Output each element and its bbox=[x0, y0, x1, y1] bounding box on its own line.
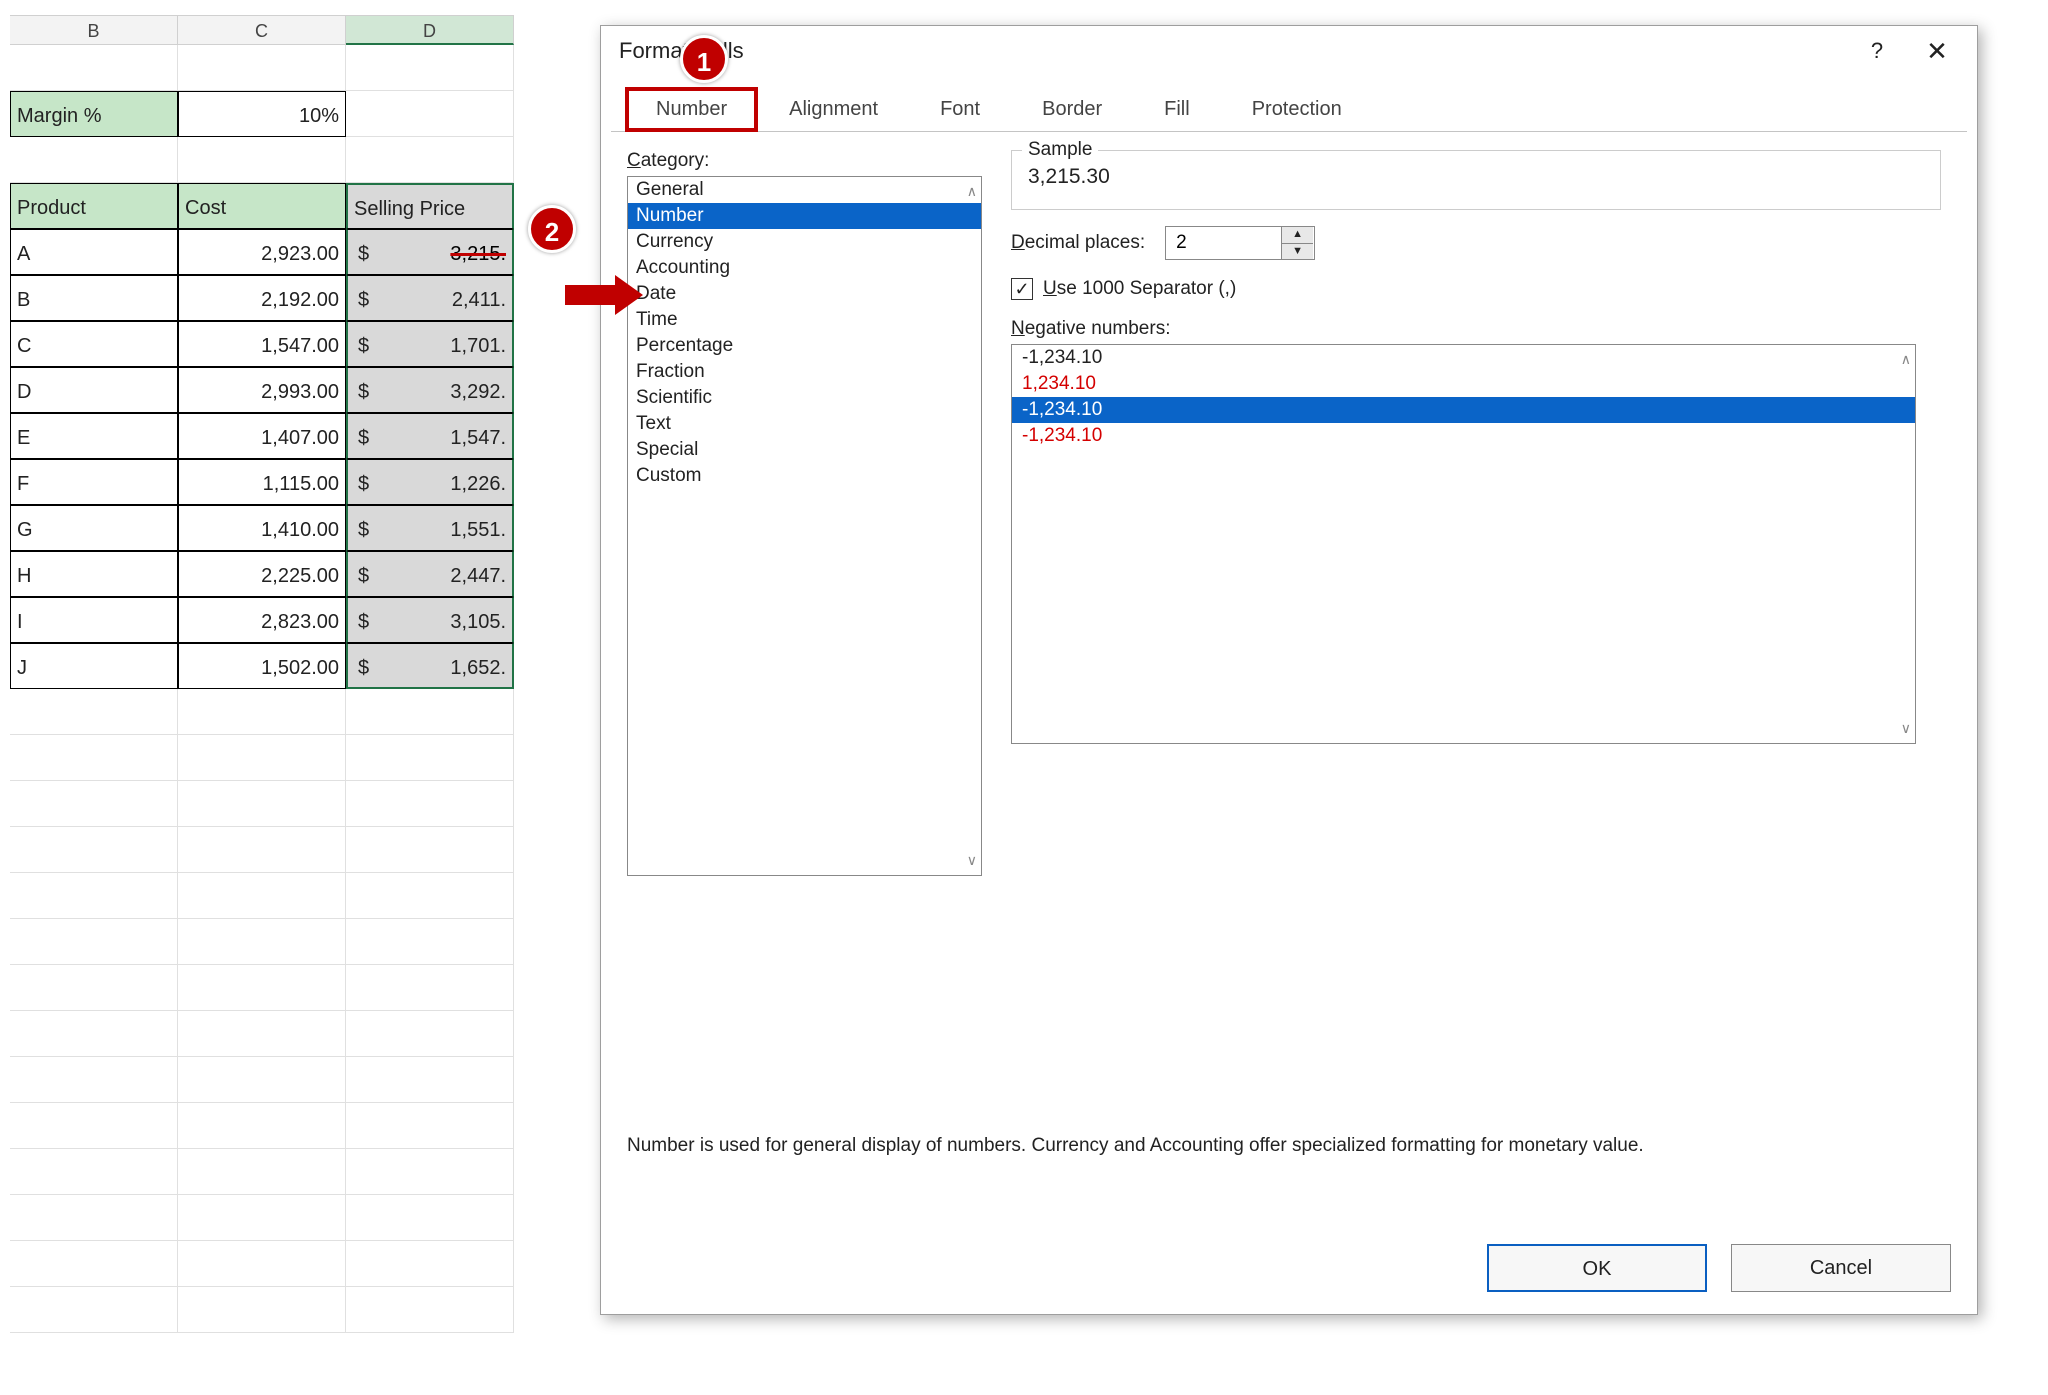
decimal-places-label: Decimal places: bbox=[1011, 232, 1145, 254]
category-description: Number is used for general display of nu… bbox=[627, 1132, 1927, 1160]
close-button[interactable]: ✕ bbox=[1907, 36, 1967, 67]
table-row: D 2,993.00 $3,292. bbox=[10, 367, 660, 413]
category-item-fraction[interactable]: Fraction bbox=[628, 359, 981, 385]
column-header-b[interactable]: B bbox=[10, 15, 178, 45]
category-listbox[interactable]: ∧ General Number Currency Accounting Dat… bbox=[627, 176, 982, 876]
decimal-places-input[interactable] bbox=[1166, 227, 1281, 259]
column-header-c[interactable]: C bbox=[178, 15, 346, 45]
spin-down-icon[interactable]: ▼ bbox=[1282, 244, 1313, 260]
thousand-separator-label: Use 1000 Separator (,) bbox=[1043, 278, 1236, 300]
spin-up-icon[interactable]: ▲ bbox=[1282, 227, 1313, 244]
table-row: F 1,115.00 $1,226. bbox=[10, 459, 660, 505]
sample-label: Sample bbox=[1022, 139, 1098, 161]
header-product[interactable]: Product bbox=[10, 183, 178, 229]
negative-item[interactable]: -1,234.10 bbox=[1012, 345, 1915, 371]
category-item-custom[interactable]: Custom bbox=[628, 463, 981, 489]
sample-group: Sample 3,215.30 bbox=[1011, 150, 1941, 210]
category-item-time[interactable]: Time bbox=[628, 307, 981, 333]
category-item-scientific[interactable]: Scientific bbox=[628, 385, 981, 411]
scroll-up-icon[interactable]: ∧ bbox=[1901, 351, 1911, 368]
negative-numbers-listbox[interactable]: ∧ -1,234.10 1,234.10 -1,234.10 -1,234.10… bbox=[1011, 344, 1916, 744]
header-selling-price[interactable]: Selling Price bbox=[346, 183, 514, 229]
empty-cell[interactable] bbox=[346, 91, 514, 137]
tab-protection[interactable]: Protection bbox=[1221, 87, 1373, 132]
callout-1-badge: 1 bbox=[680, 35, 728, 83]
table-row: C 1,547.00 $1,701. bbox=[10, 321, 660, 367]
table-row: B 2,192.00 $2,411. bbox=[10, 275, 660, 321]
margin-value-cell[interactable]: 10% bbox=[178, 91, 346, 137]
tab-strip: Number Alignment Font Border Fill Protec… bbox=[611, 86, 1967, 132]
empty-cell[interactable] bbox=[346, 45, 514, 91]
thousand-separator-checkbox[interactable]: ✓ Use 1000 Separator (,) bbox=[1011, 278, 1941, 300]
empty-cell[interactable] bbox=[178, 45, 346, 91]
cancel-button[interactable]: Cancel bbox=[1731, 1244, 1951, 1292]
scroll-down-icon[interactable]: ∨ bbox=[967, 852, 977, 869]
category-item-date[interactable]: Date bbox=[628, 281, 981, 307]
titlebar[interactable]: Format Cells ? ✕ bbox=[601, 26, 1977, 76]
category-item-general[interactable]: General bbox=[628, 177, 981, 203]
tab-alignment[interactable]: Alignment bbox=[758, 87, 909, 132]
negative-item[interactable]: -1,234.10 bbox=[1012, 423, 1915, 449]
scroll-up-icon[interactable]: ∧ bbox=[967, 183, 977, 200]
negative-item[interactable]: 1,234.10 bbox=[1012, 371, 1915, 397]
category-item-accounting[interactable]: Accounting bbox=[628, 255, 981, 281]
category-item-percentage[interactable]: Percentage bbox=[628, 333, 981, 359]
table-row: I 2,823.00 $3,105. bbox=[10, 597, 660, 643]
table-row: H 2,225.00 $2,447. bbox=[10, 551, 660, 597]
format-cells-dialog: Format Cells ? ✕ Number Alignment Font B… bbox=[600, 25, 1978, 1315]
tab-border[interactable]: Border bbox=[1011, 87, 1133, 132]
empty-cell[interactable] bbox=[10, 45, 178, 91]
category-item-special[interactable]: Special bbox=[628, 437, 981, 463]
table-row: J 1,502.00 $1,652. bbox=[10, 643, 660, 689]
tab-number[interactable]: Number bbox=[625, 87, 758, 132]
margin-label-cell[interactable]: Margin % bbox=[10, 91, 178, 137]
tab-fill[interactable]: Fill bbox=[1133, 87, 1221, 132]
header-cost[interactable]: Cost bbox=[178, 183, 346, 229]
column-headers: B C D bbox=[10, 15, 660, 45]
dialog-title: Format Cells bbox=[619, 38, 1847, 64]
sample-value: 3,215.30 bbox=[1024, 157, 1928, 189]
column-header-d[interactable]: D bbox=[346, 15, 514, 45]
callout-2-badge: 2 bbox=[528, 205, 576, 253]
scroll-down-icon[interactable]: ∨ bbox=[1901, 720, 1911, 737]
help-button[interactable]: ? bbox=[1847, 38, 1907, 64]
category-item-currency[interactable]: Currency bbox=[628, 229, 981, 255]
checkbox-check-icon: ✓ bbox=[1011, 278, 1033, 300]
category-item-number[interactable]: Number bbox=[628, 203, 981, 229]
decimal-places-stepper[interactable]: ▲ ▼ bbox=[1165, 226, 1315, 260]
category-item-text[interactable]: Text bbox=[628, 411, 981, 437]
ok-button[interactable]: OK bbox=[1487, 1244, 1707, 1292]
table-row: E 1,407.00 $1,547. bbox=[10, 413, 660, 459]
negative-numbers-label: Negative numbers: bbox=[1011, 318, 1941, 340]
negative-item[interactable]: -1,234.10 bbox=[1012, 397, 1915, 423]
callout-arrow-icon bbox=[565, 270, 645, 320]
table-row: G 1,410.00 $1,551. bbox=[10, 505, 660, 551]
tab-font[interactable]: Font bbox=[909, 87, 1011, 132]
